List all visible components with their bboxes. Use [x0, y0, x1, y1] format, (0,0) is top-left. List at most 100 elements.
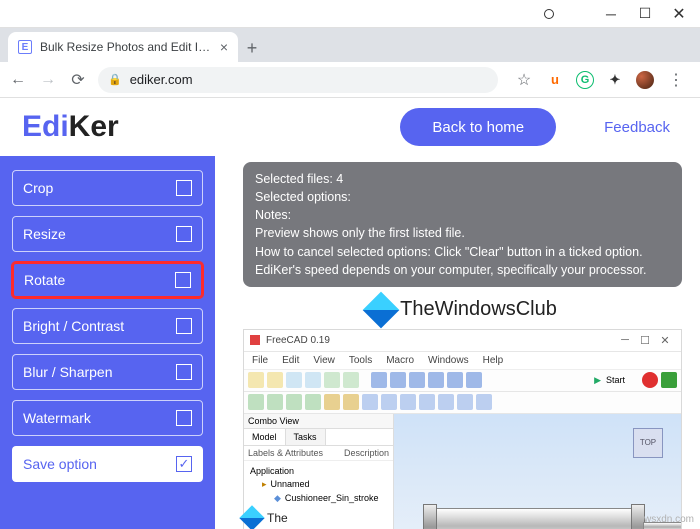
tool-icon — [267, 394, 283, 410]
url-text: ediker.com — [130, 72, 193, 87]
site-logo[interactable]: EdiKer — [22, 110, 119, 144]
bookmark-icon[interactable]: ☆ — [514, 70, 534, 90]
checkbox-icon[interactable] — [176, 226, 192, 242]
brand-row: TheWindowsClub — [243, 297, 682, 323]
tree-row: ▸Unnamed — [250, 478, 387, 492]
tool-icon — [466, 372, 482, 388]
watermark-text: wsxdn.com — [644, 514, 694, 525]
back-to-home-button[interactable]: Back to home — [400, 108, 556, 146]
option-crop[interactable]: Crop — [12, 170, 203, 206]
tool-icon — [419, 394, 435, 410]
tree-row: ◆Cushioneer_Sin_stroke — [250, 492, 387, 506]
checkbox-icon[interactable] — [176, 318, 192, 334]
checkbox-icon[interactable] — [176, 364, 192, 380]
extensions-menu-icon[interactable]: ✦ — [606, 71, 624, 89]
checkbox-icon[interactable] — [176, 180, 192, 196]
tab-title: Bulk Resize Photos and Edit Imag — [40, 40, 212, 54]
back-button[interactable]: ← — [8, 70, 28, 90]
option-bright-contrast[interactable]: Bright / Contrast — [12, 308, 203, 344]
option-label: Watermark — [23, 410, 91, 426]
tool-icon — [438, 394, 454, 410]
option-blur-sharpen[interactable]: Blur / Sharpen — [12, 354, 203, 390]
option-resize[interactable]: Resize — [12, 216, 203, 252]
combo-header: Labels & Attributes Description — [244, 446, 393, 461]
checkbox-icon[interactable] — [176, 410, 192, 426]
close-button[interactable]: ✕ — [662, 2, 696, 26]
menu-item: File — [252, 355, 268, 366]
preview-image: FreeCAD 0.19 ─ ☐ ✕ File Edit View Tools … — [243, 329, 682, 529]
tool-icon — [428, 372, 444, 388]
profile-avatar[interactable] — [636, 71, 654, 89]
extension-g-icon[interactable]: G — [576, 71, 594, 89]
windowsclub-icon — [239, 505, 264, 529]
maximize-button[interactable]: ☐ — [628, 2, 662, 26]
feedback-link[interactable]: Feedback — [604, 119, 670, 136]
fc-min-icon: ─ — [615, 334, 635, 346]
checkbox-icon[interactable] — [175, 272, 191, 288]
option-label: Blur / Sharpen — [23, 364, 113, 380]
lock-icon: 🔒 — [108, 73, 122, 86]
menu-item: Windows — [428, 355, 469, 366]
option-label: Crop — [23, 180, 53, 196]
viewport-3d: TOP — [394, 414, 681, 529]
option-watermark[interactable]: Watermark — [12, 400, 203, 436]
tool-icon — [409, 372, 425, 388]
footer-brand-text: The — [267, 511, 288, 525]
tool-icon — [362, 394, 378, 410]
browser-menu-icon[interactable]: ⋮ — [666, 70, 686, 90]
page-content: EdiKer Back to home Feedback Crop Resize… — [0, 98, 700, 529]
extension-u-icon[interactable]: u — [546, 71, 564, 89]
col-desc: Description — [344, 448, 389, 458]
tool-icon — [324, 372, 340, 388]
combo-tabs: Model Tasks — [244, 429, 393, 446]
tool-icon — [457, 394, 473, 410]
tool-icon — [305, 394, 321, 410]
tool-icon — [400, 394, 416, 410]
tool-icon — [661, 372, 677, 388]
minimize-button[interactable]: ─ — [594, 2, 628, 26]
option-rotate[interactable]: Rotate — [12, 262, 203, 298]
reload-button[interactable]: ⟳ — [68, 70, 88, 90]
extensions-area: ☆ u G ✦ ⋮ — [508, 70, 692, 90]
nav-cube-face: TOP — [633, 428, 663, 458]
freecad-title: FreeCAD 0.19 — [266, 335, 330, 346]
browser-tab[interactable]: E Bulk Resize Photos and Edit Imag × — [8, 32, 238, 62]
checkbox-checked-icon[interactable]: ✓ — [176, 456, 192, 472]
cylinder-cap — [423, 504, 437, 529]
combo-title: Combo View — [244, 414, 393, 429]
window-titlebar: ─ ☐ ✕ — [0, 0, 700, 28]
info-line: Notes: — [255, 206, 670, 224]
option-label: Resize — [23, 226, 66, 242]
info-line: Selected options: — [255, 188, 670, 206]
start-label: ▶ — [594, 375, 601, 386]
menu-item: Tools — [349, 355, 372, 366]
start-text: Start — [606, 375, 625, 385]
preview-footer-brand: The — [243, 509, 288, 527]
tool-icon — [343, 372, 359, 388]
option-save[interactable]: Save option✓ — [12, 446, 203, 482]
freecad-menubar: File Edit View Tools Macro Windows Help — [244, 352, 681, 370]
info-line: EdiKer's speed depends on your computer,… — [255, 261, 670, 279]
forward-button[interactable]: → — [38, 70, 58, 90]
col-labels: Labels & Attributes — [248, 448, 344, 458]
tool-icon — [305, 372, 321, 388]
tool-icon — [248, 372, 264, 388]
menu-item: Macro — [386, 355, 414, 366]
info-box: Selected files: 4 Selected options: Note… — [243, 162, 682, 287]
option-label: Rotate — [24, 272, 65, 288]
new-tab-button[interactable]: + — [238, 34, 266, 62]
tab-close-icon[interactable]: × — [220, 39, 228, 55]
menu-item: Edit — [282, 355, 299, 366]
combo-tab-model: Model — [244, 429, 286, 445]
tool-icon — [381, 394, 397, 410]
logo-part-ker: Ker — [69, 110, 119, 143]
option-label: Bright / Contrast — [23, 318, 124, 334]
site-header: EdiKer Back to home Feedback — [0, 98, 700, 156]
tool-icon — [371, 372, 387, 388]
tree-row: Application — [250, 465, 387, 479]
tool-icon — [476, 394, 492, 410]
omnibox[interactable]: 🔒 ediker.com — [98, 67, 498, 93]
freecad-toolbar-2 — [244, 392, 681, 414]
tool-icon — [447, 372, 463, 388]
tool-icon — [286, 394, 302, 410]
